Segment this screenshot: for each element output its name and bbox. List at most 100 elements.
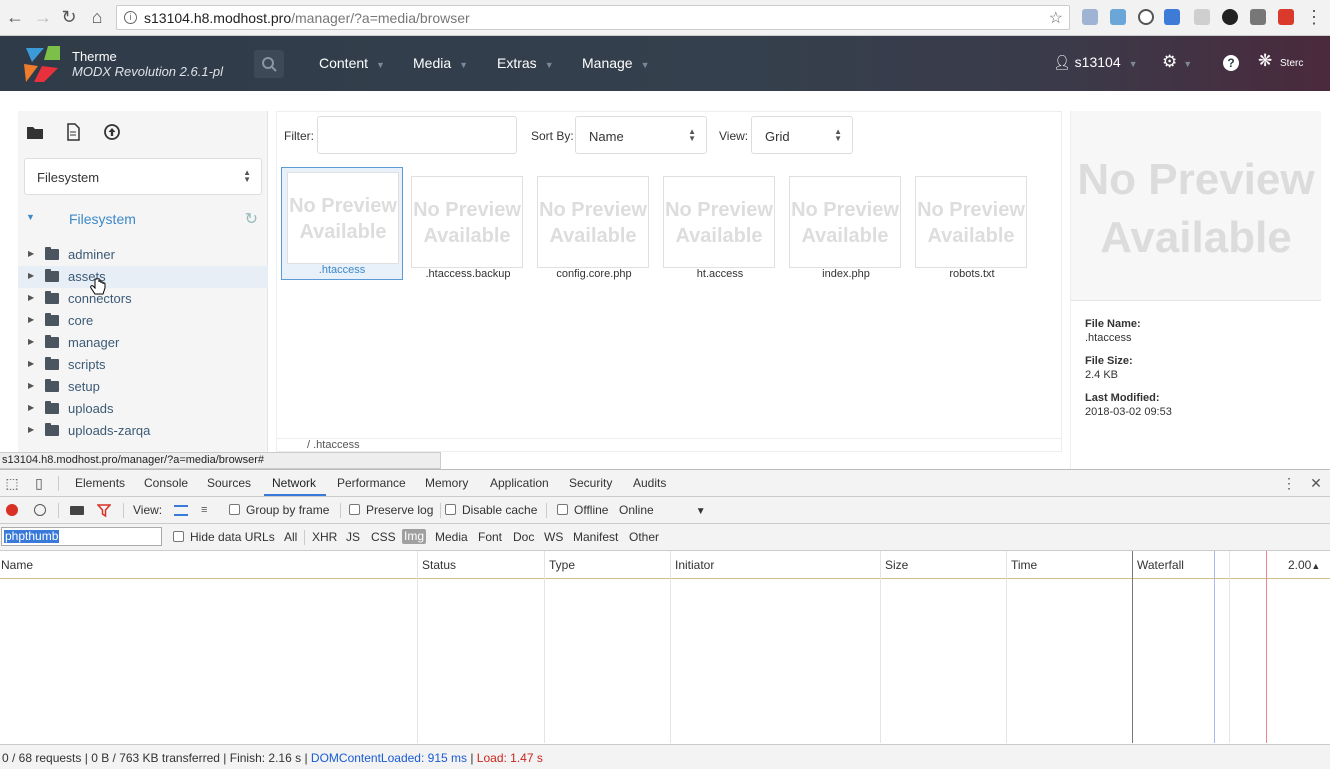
- tab-sources[interactable]: Sources: [207, 476, 251, 490]
- filter-type-ws[interactable]: WS: [544, 530, 563, 544]
- expand-arrow-icon[interactable]: ▶: [28, 359, 34, 368]
- extension-icon[interactable]: [1194, 9, 1210, 25]
- filter-type-font[interactable]: Font: [478, 530, 502, 544]
- checkbox[interactable]: [445, 504, 456, 515]
- shield-extension-icon[interactable]: [1250, 9, 1266, 25]
- column-time[interactable]: Time: [1011, 558, 1037, 572]
- tree-item-adminer[interactable]: ▶ adminer: [18, 244, 268, 266]
- record-icon[interactable]: [6, 504, 18, 516]
- nav-media[interactable]: Media ▼: [413, 55, 468, 71]
- file-thumb-ht-access[interactable]: No Preview Available ht.access: [659, 172, 775, 280]
- inspect-element-icon[interactable]: ⬚: [4, 475, 20, 491]
- column-status[interactable]: Status: [422, 558, 456, 572]
- filter-type-media[interactable]: Media: [435, 530, 468, 544]
- large-rows-icon[interactable]: [174, 505, 188, 516]
- help-icon[interactable]: ?: [1223, 55, 1239, 71]
- expand-arrow-icon[interactable]: ▶: [28, 271, 34, 280]
- column-waterfall[interactable]: Waterfall: [1137, 558, 1184, 572]
- file-thumb-index-php[interactable]: No Preview Available index.php: [785, 172, 901, 280]
- forward-arrow-icon[interactable]: →: [32, 6, 54, 28]
- filter-type-doc[interactable]: Doc: [513, 530, 534, 544]
- column-type[interactable]: Type: [549, 558, 575, 572]
- offline-checkbox[interactable]: Offline: [557, 503, 608, 517]
- expand-arrow-icon[interactable]: ▶: [28, 425, 34, 434]
- tab-network[interactable]: Network: [272, 476, 316, 490]
- column-name[interactable]: Name: [1, 558, 33, 572]
- expand-arrow-icon[interactable]: ▶: [28, 337, 34, 346]
- tree-item-connectors[interactable]: ▶ connectors: [18, 288, 268, 310]
- tree-item-scripts[interactable]: ▶ scripts: [18, 354, 268, 376]
- media-source-select[interactable]: Filesystem ▲ ▼: [24, 158, 262, 195]
- view-select[interactable]: Grid ▲ ▼: [751, 116, 853, 154]
- expand-arrow-icon[interactable]: ▶: [28, 381, 34, 390]
- filter-type-other[interactable]: Other: [629, 530, 659, 544]
- tab-console[interactable]: Console: [144, 476, 188, 490]
- user-menu[interactable]: 👤︎ s13104 ▼: [1053, 54, 1138, 71]
- nav-content[interactable]: Content ▼: [319, 55, 385, 71]
- menu-dots-icon[interactable]: ⋮: [1303, 6, 1325, 28]
- tree-item-core[interactable]: ▶ core: [18, 310, 268, 332]
- hide-data-urls-checkbox[interactable]: Hide data URLs: [173, 530, 275, 544]
- screenshot-camera-icon[interactable]: [70, 506, 84, 515]
- tree-item-uploads[interactable]: ▶ uploads: [18, 398, 268, 420]
- tree-item-uploads-zarqa[interactable]: ▶ uploads-zarqa: [18, 420, 268, 442]
- more-options-icon[interactable]: ⋮: [1281, 475, 1297, 491]
- refresh-icon[interactable]: ↻: [245, 209, 258, 229]
- tab-security[interactable]: Security: [569, 476, 612, 490]
- tree-item-setup[interactable]: ▶ setup: [18, 376, 268, 398]
- checkbox[interactable]: [229, 504, 240, 515]
- info-icon[interactable]: i: [124, 11, 137, 24]
- filter-type-img[interactable]: Img: [402, 529, 427, 544]
- search-button[interactable]: [254, 50, 284, 78]
- preserve-log-checkbox[interactable]: Preserve log: [349, 503, 433, 517]
- filter-type-manifest[interactable]: Manifest: [573, 530, 618, 544]
- group-by-frame-checkbox[interactable]: Group by frame: [229, 503, 329, 517]
- extension-icon[interactable]: [1110, 9, 1126, 25]
- settings-gear-icon[interactable]: ⚙ ▼: [1162, 52, 1192, 72]
- sterc-logo-icon[interactable]: ❋: [1258, 51, 1272, 71]
- disable-cache-checkbox[interactable]: Disable cache: [445, 503, 537, 517]
- filter-type-js[interactable]: JS: [346, 530, 360, 544]
- nav-manage[interactable]: Manage ▼: [582, 55, 650, 71]
- bookmark-star-icon[interactable]: ☆: [1049, 8, 1063, 28]
- tab-application[interactable]: Application: [490, 476, 549, 490]
- checkbox[interactable]: [557, 504, 568, 515]
- filter-type-css[interactable]: CSS: [371, 530, 396, 544]
- column-initiator[interactable]: Initiator: [675, 558, 714, 572]
- modx-logo[interactable]: [22, 44, 62, 84]
- expand-arrow-icon[interactable]: ▶: [28, 249, 34, 258]
- clear-icon[interactable]: [34, 504, 46, 516]
- file-thumb-robots-txt[interactable]: No Preview Available robots.txt: [911, 172, 1027, 280]
- tab-audits[interactable]: Audits: [633, 476, 666, 490]
- upload-icon[interactable]: [103, 123, 121, 141]
- close-icon[interactable]: ✕: [1308, 475, 1324, 491]
- waterfall-overview-icon[interactable]: ≡: [201, 505, 215, 516]
- expand-arrow-icon[interactable]: ▼: [26, 212, 35, 222]
- file-thumb-htaccess-backup[interactable]: No Preview Available .htaccess.backup: [407, 172, 523, 280]
- filter-icon[interactable]: [97, 504, 111, 517]
- tree-item-assets[interactable]: ▶ assets: [18, 266, 268, 288]
- info-extension-icon[interactable]: [1138, 9, 1154, 25]
- tab-elements[interactable]: Elements: [75, 476, 125, 490]
- nav-extras[interactable]: Extras ▼: [497, 55, 554, 71]
- translate-extension-icon[interactable]: [1164, 9, 1180, 25]
- extension-icon[interactable]: [1278, 9, 1294, 25]
- checkbox[interactable]: [349, 504, 360, 515]
- tree-item-manager[interactable]: ▶ manager: [18, 332, 268, 354]
- tree-root-filesystem[interactable]: ▼ Filesystem ↻: [18, 207, 268, 231]
- tab-performance[interactable]: Performance: [337, 476, 406, 490]
- tab-memory[interactable]: Memory: [425, 476, 468, 490]
- filter-type-all[interactable]: All: [284, 530, 297, 544]
- file-thumb-htaccess[interactable]: No Preview Available .htaccess: [281, 167, 403, 280]
- address-bar[interactable]: i s13104.h8.modhost.pro/manager/?a=media…: [116, 5, 1070, 30]
- new-file-icon[interactable]: [64, 123, 82, 141]
- extension-icon[interactable]: [1222, 9, 1238, 25]
- file-thumb-config-core[interactable]: No Preview Available config.core.php: [533, 172, 649, 280]
- expand-arrow-icon[interactable]: ▶: [28, 403, 34, 412]
- sort-by-select[interactable]: Name ▲ ▼: [575, 116, 707, 154]
- column-size[interactable]: Size: [885, 558, 908, 572]
- filter-input[interactable]: [317, 116, 517, 154]
- expand-arrow-icon[interactable]: ▶: [28, 315, 34, 324]
- filter-type-xhr[interactable]: XHR: [312, 530, 337, 544]
- throttling-select[interactable]: Online ▼: [619, 503, 706, 517]
